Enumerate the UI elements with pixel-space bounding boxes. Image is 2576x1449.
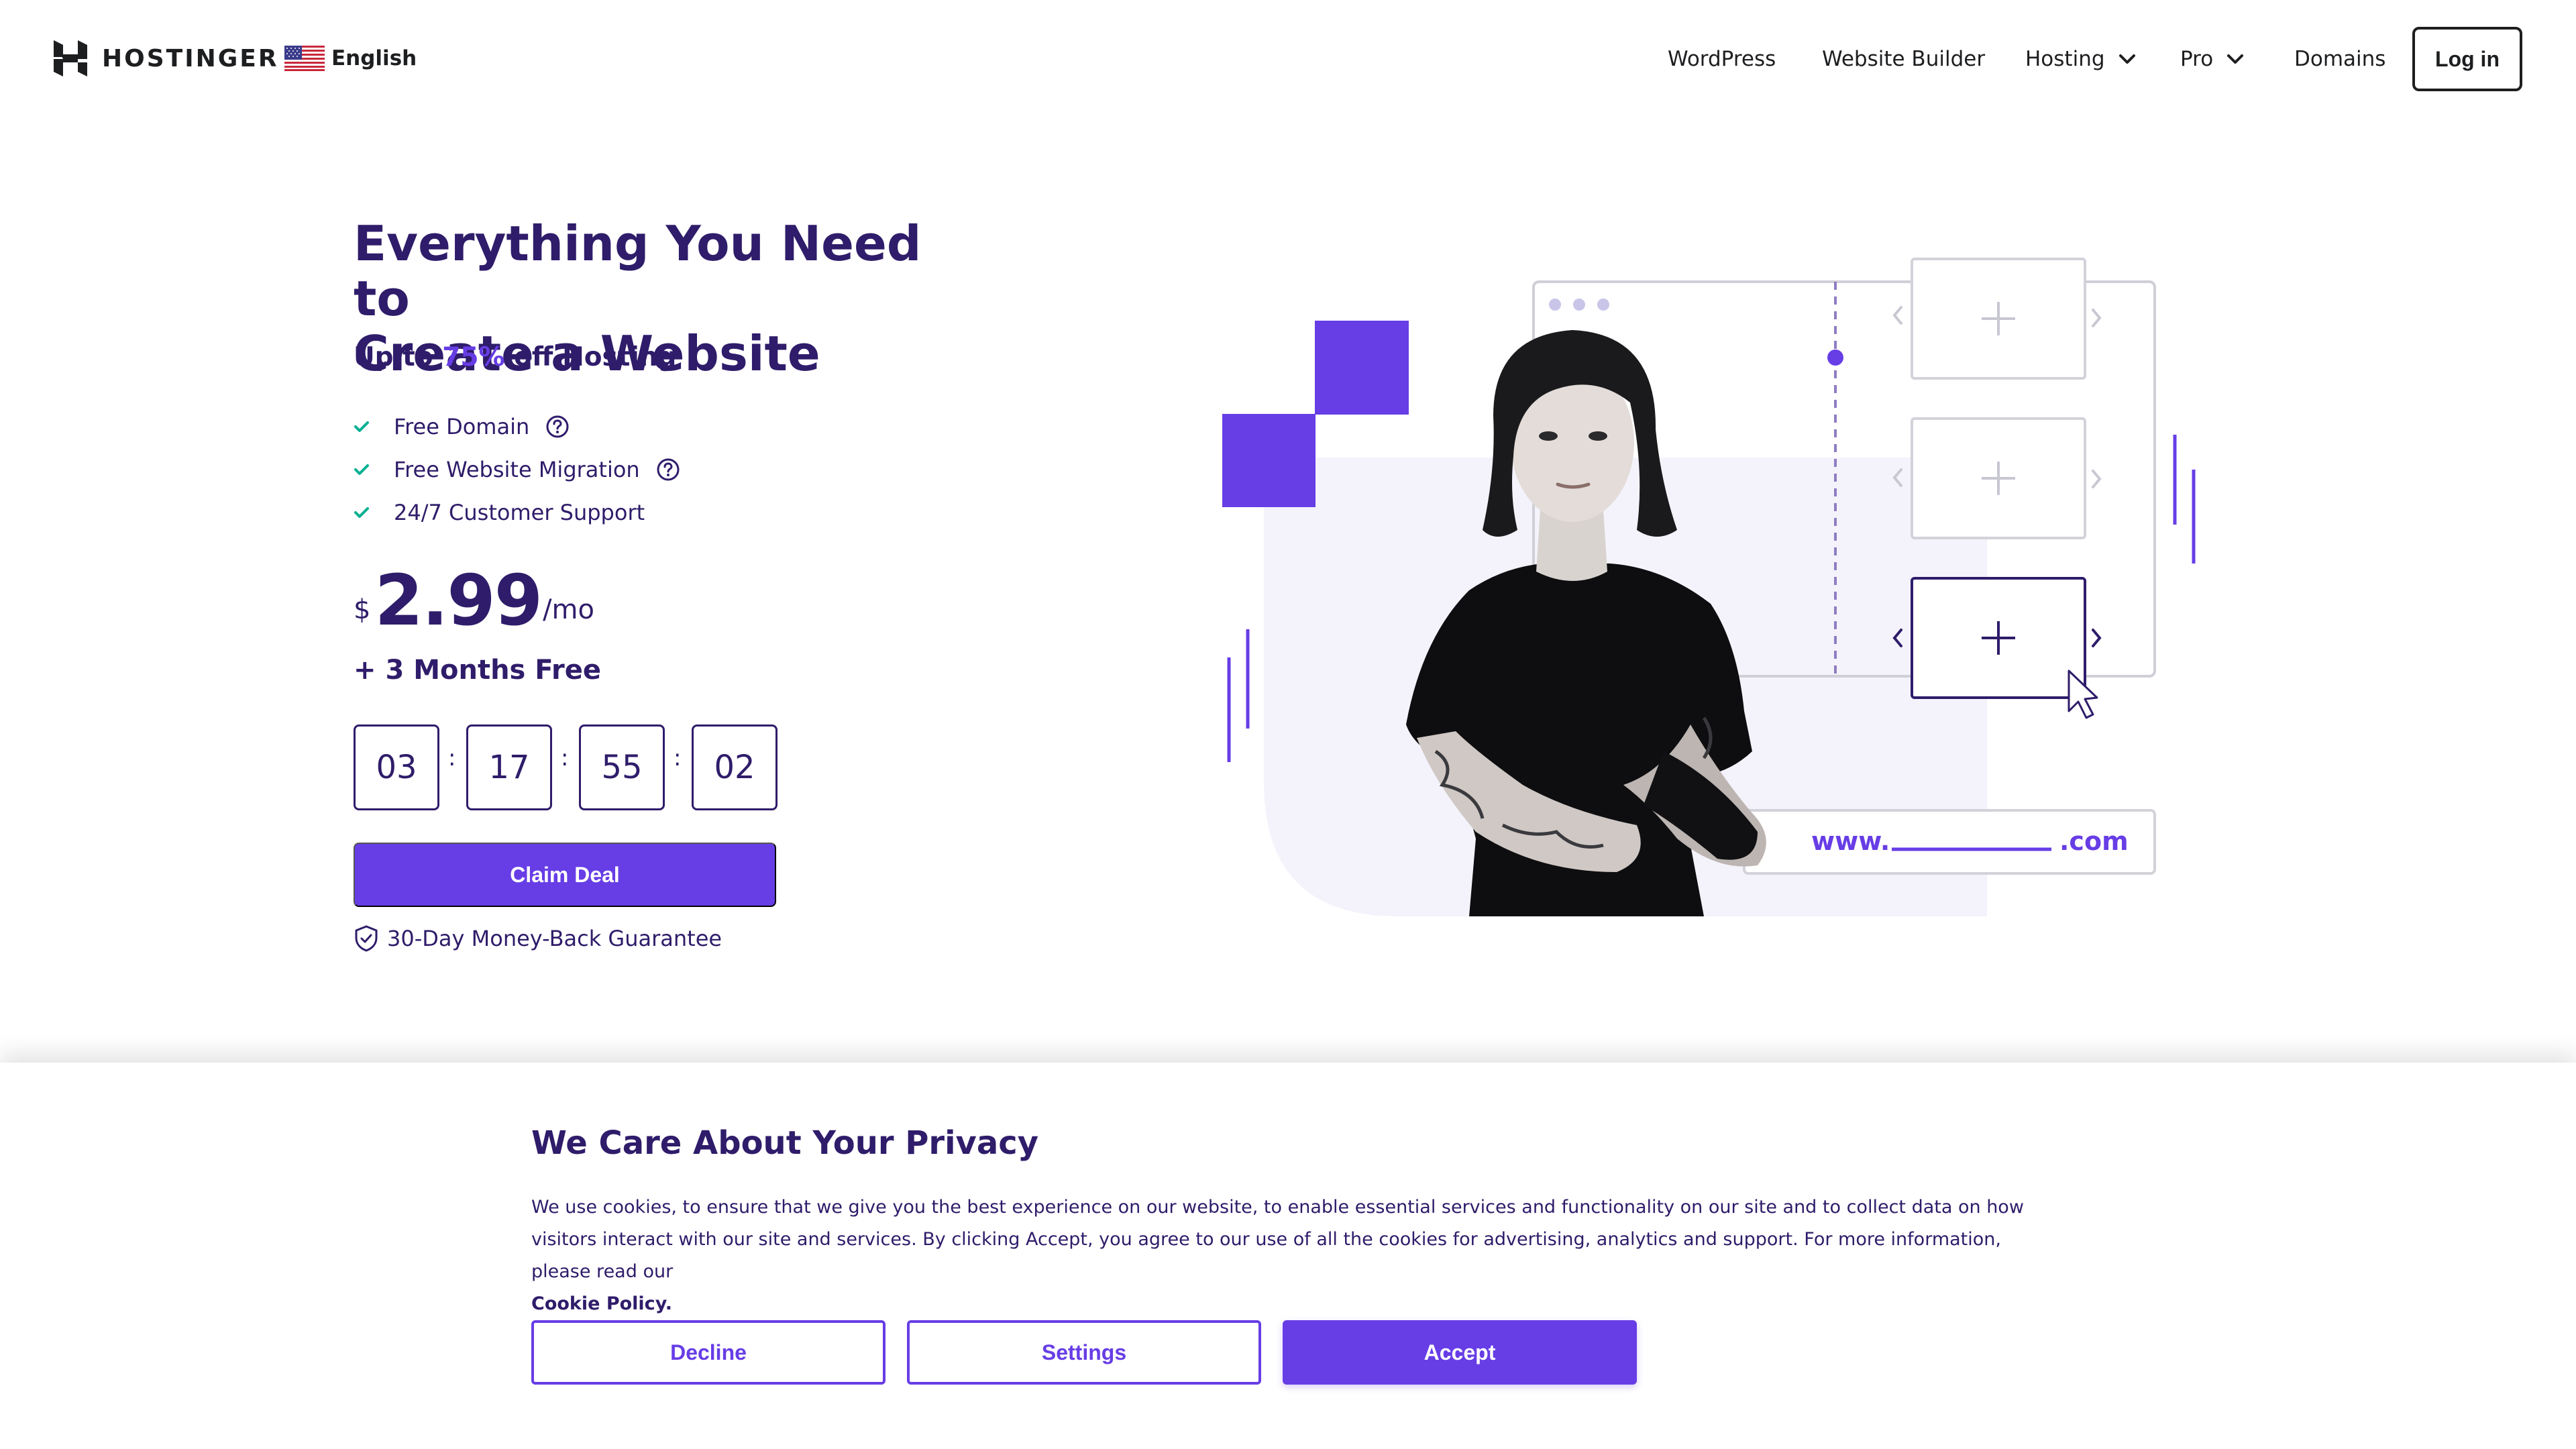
settings-button[interactable]: Settings	[907, 1320, 1261, 1385]
content-card	[1911, 258, 2086, 539]
cookie-title: We Care About Your Privacy	[531, 1124, 1038, 1162]
cookie-policy-link[interactable]: Cookie Policy.	[531, 1293, 672, 1314]
cookie-description: We use cookies, to ensure that we give y…	[531, 1197, 2024, 1282]
purple-square	[1315, 321, 1409, 415]
cookie-banner: We Care About Your Privacy We use cookie…	[0, 1063, 2576, 1449]
browser-dots	[1549, 299, 1609, 311]
guide-dot	[1827, 350, 1843, 366]
illustration-graphic	[1222, 258, 2196, 916]
domain-prefix: www.	[1811, 826, 1890, 856]
purple-square	[1222, 414, 1316, 507]
decline-button[interactable]: Decline	[531, 1320, 885, 1385]
accept-button[interactable]: Accept	[1283, 1320, 1637, 1385]
hero-illustration: www. .com	[0, 0, 2576, 939]
domain-suffix: .com	[2059, 826, 2129, 856]
cookie-text: We use cookies, to ensure that we give y…	[531, 1191, 2047, 1320]
